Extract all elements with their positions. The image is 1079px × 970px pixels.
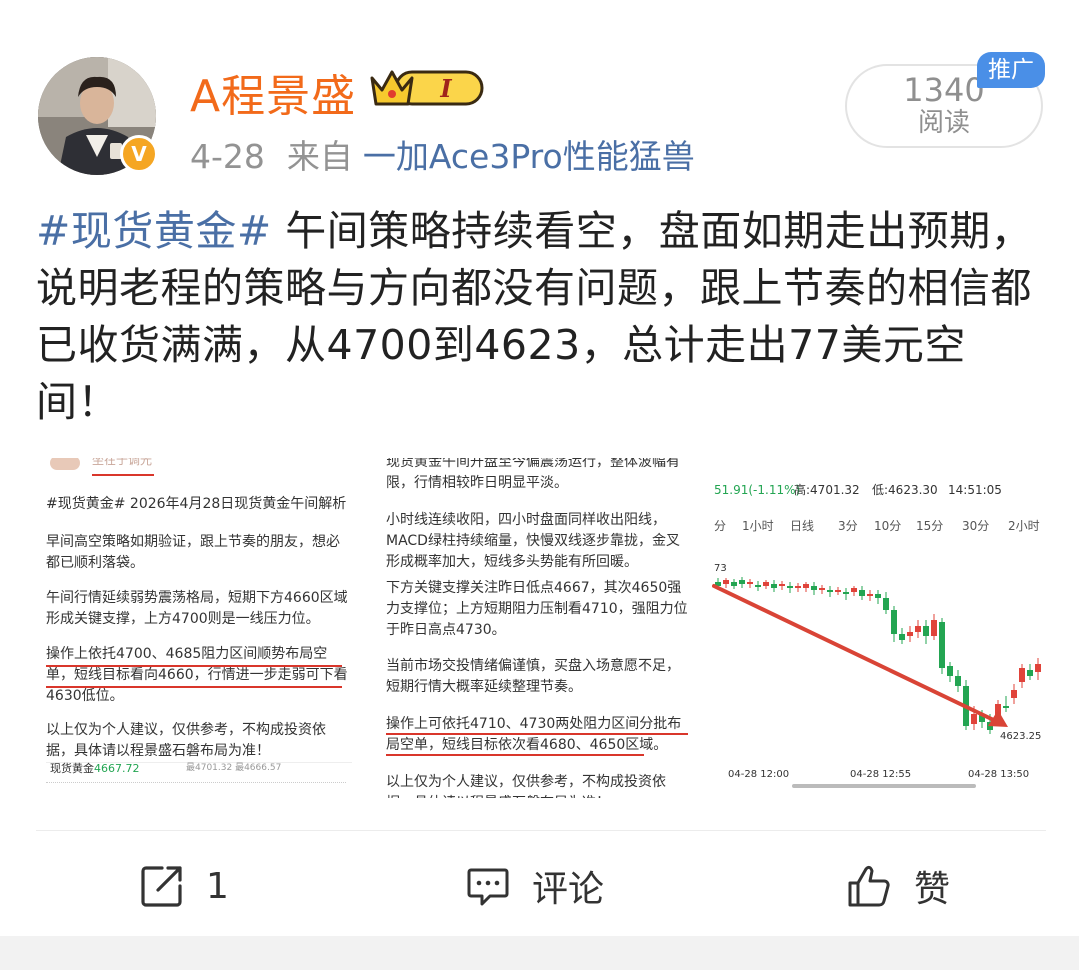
img2-paragraph-5: 以上仅为个人建议，仅供参考，不构成投资依据，具体请以程景盛石磐布局为准！ [386, 774, 666, 798]
img3-candle-28 [939, 622, 945, 668]
promo-tag: 推广 [977, 52, 1045, 88]
like-button[interactable]: 赞 [846, 858, 950, 914]
img3-candle-36 [1003, 706, 1009, 708]
img3-candle-10 [795, 586, 801, 588]
like-label: 赞 [914, 869, 951, 910]
repost-button[interactable]: 1 [140, 858, 229, 914]
img3-candle-39 [1027, 670, 1033, 676]
img3-candle-30 [955, 676, 961, 686]
post-date: 4-28 [190, 137, 265, 176]
img3-candle-8 [779, 584, 785, 586]
img3-candle-40 [1035, 664, 1041, 672]
page-bottom-band [0, 936, 1079, 970]
img3-trend-arrow-line [712, 584, 1004, 726]
img3-end-price: 4623.25 [1000, 731, 1042, 742]
actions-divider [36, 830, 1046, 831]
post-image-1[interactable]: 坐在于调光 #现货黄金# 2026年4月28日现货黄金午间解析 早间高空策略如期… [36, 458, 358, 798]
img3-x-label-3: 04-28 13:50 [968, 769, 1030, 780]
img3-candle-15 [835, 590, 841, 592]
img1-footer-price: 4667.72 [94, 762, 140, 775]
post-meta: 4-28 来自 一加Ace3Pro性能猛兽 [190, 130, 695, 178]
img3-candlestick-chart [712, 577, 1041, 734]
img1-top-clip: 坐在于调光 [92, 458, 153, 467]
img3-candle-18 [859, 590, 865, 596]
img1-paragraph-3: 操作上依托4700、4685阻力区间顺势布局空单，短线目标看向4660，行情进一… [46, 646, 348, 704]
comment-label: 评论 [532, 869, 605, 910]
repost-icon [141, 866, 182, 907]
views-label: 阅读 [917, 108, 970, 138]
img3-candle-32 [971, 714, 977, 724]
img3-candle-20 [875, 594, 881, 598]
post-body: #现货黄金# 午间策略持续看空，盘面如期走出预期，说明老程的策略与方向都没有问题… [36, 203, 1046, 431]
img2-paragraph-2: 下方关键支撑关注昨日低点4667，其次4650强力支撑位；上方短期阻力压制看47… [386, 580, 688, 638]
weibo-post-card: V A程景盛 I 4-28 来自 一加Ace3Pro性能猛兽 1340 阅读 推广 … [0, 0, 1079, 936]
img1-underline-2 [46, 686, 342, 688]
level-badge-text: I [439, 74, 452, 103]
img3-candle-25 [915, 626, 921, 632]
img3-candle-12 [811, 586, 817, 590]
comment-button[interactable]: 评论 [466, 858, 604, 914]
comment-icon [467, 868, 509, 906]
img1-paragraph-2: 午间行情延续弱势震荡格局，短期下方4660区域形成关键支撑，上方4700则是一线… [46, 590, 348, 627]
img3-candle-37 [1011, 690, 1017, 698]
img3-candle-7 [771, 584, 777, 588]
img3-x-label-1: 04-28 12:00 [728, 769, 790, 780]
img2-paragraph-4: 操作上可依托4710、4730两处阻力区间分批布局空单，短线目标依次看4680、… [386, 716, 682, 753]
img3-candle-4 [747, 582, 753, 584]
img1-footer-extra: 最4701.32 最4666.57 [186, 763, 282, 773]
img3-candle-22 [891, 610, 897, 634]
img3-candle-26 [923, 626, 929, 636]
img3-candle-3 [739, 580, 745, 584]
img1-paragraph-1: 早间高空策略如期验证，跟上节奏的朋友，想必都已顺利落袋。 [46, 534, 340, 571]
img3-candle-38 [1019, 668, 1025, 682]
img2-paragraph-1: 小时线连续收阳，四小时盘面同样收出阳线，MACD绿柱持续缩量，快慢双线逐步靠拢，… [386, 512, 680, 570]
img3-candle-6 [763, 582, 769, 586]
img3-candle-5 [755, 585, 761, 587]
thumbs-up-icon [848, 865, 890, 907]
post-image-2[interactable]: 现货黄金午间开盘至今偏震荡运行，整体波幅有限，行情相较昨日明显平淡。 小时线连续… [374, 458, 696, 798]
img3-candle-9 [787, 586, 793, 588]
author-name[interactable]: A程景盛 [190, 60, 356, 124]
post-source-device[interactable]: 一加Ace3Pro性能猛兽 [363, 137, 695, 176]
img3-candle-1 [723, 580, 729, 584]
img3-x-label-2: 04-28 12:55 [850, 769, 912, 780]
img2-top-clip: 现货黄金午间开盘至今偏震荡运行，整体波幅有限，行情相较昨日明显平淡。 [386, 458, 680, 491]
from-label: 来自 [286, 137, 353, 176]
img1-underline-1 [46, 665, 342, 667]
img3-candle-24 [907, 632, 913, 636]
img3-candle-23 [899, 634, 905, 640]
img3-candle-27 [931, 620, 937, 636]
post-hashtag[interactable]: #现货黄金# [36, 207, 272, 255]
img3-candle-13 [819, 588, 825, 590]
author-avatar-wrapper[interactable]: V [38, 57, 158, 175]
img2-underline-2 [386, 754, 644, 756]
img2-underline-1 [386, 733, 688, 735]
img3-scroll-indicator [792, 784, 976, 788]
img1-footer-name: 现货黄金 [50, 762, 94, 775]
verified-badge-icon: V [120, 135, 158, 173]
img3-candle-14 [827, 590, 833, 592]
post-image-3[interactable]: 51.91(-1.11%) 高:4701.32 低:4623.30 14:51:… [712, 458, 1046, 798]
img2-paragraph-3: 当前市场交投情绪偏谨慎，买盘入场意愿不足，短期行情大概率延续整理节奏。 [386, 658, 680, 695]
img3-candle-16 [843, 592, 849, 594]
img3-candle-2 [731, 582, 737, 586]
img3-candle-29 [947, 666, 953, 676]
img3-candle-21 [883, 598, 889, 610]
img1-underline-top [92, 474, 154, 476]
crown-level-badge-icon[interactable]: I [368, 64, 484, 112]
repost-count: 1 [206, 865, 229, 907]
img1-hashtag-title: #现货黄金# 2026年4月28日现货黄金午间解析 [46, 496, 347, 512]
img3-candle-17 [851, 588, 857, 592]
img3-candle-11 [803, 584, 809, 588]
img1-paragraph-4: 以上仅为个人建议，仅供参考，不构成投资依据，具体请以程景盛石磐布局为准！ [46, 722, 326, 759]
img3-candle-19 [867, 594, 873, 596]
